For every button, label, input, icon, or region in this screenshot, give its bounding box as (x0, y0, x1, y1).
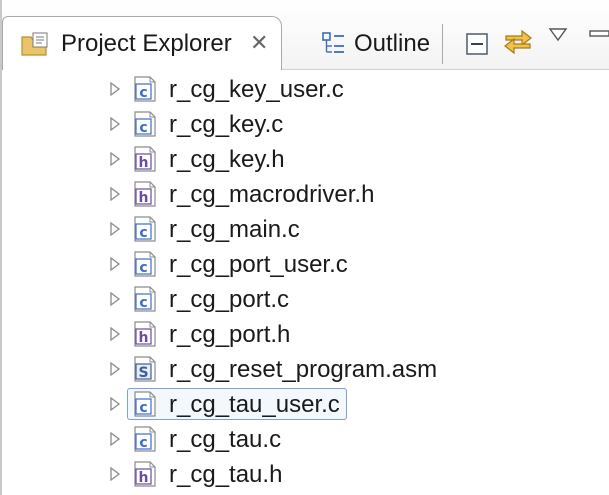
minimize-icon[interactable] (588, 22, 609, 46)
tree-item[interactable]: h r_cg_key.h (0, 142, 609, 177)
svg-text:c: c (139, 260, 147, 276)
tab-outline-edge (436, 24, 443, 64)
collapse-all-icon[interactable] (465, 32, 489, 56)
svg-text:h: h (139, 155, 149, 171)
c-file-icon: c (134, 111, 156, 137)
tree-item-label: r_cg_key_user.c (169, 76, 344, 103)
tree-item[interactable]: Sr_cg_reset_program.asm (0, 352, 609, 387)
tree-item-label: r_cg_key.h (169, 146, 285, 173)
svg-text:S: S (138, 365, 148, 381)
tree-item[interactable]: c r_cg_main.c (0, 212, 609, 247)
tree-item[interactable]: c r_cg_key.c (0, 107, 609, 142)
svg-text:h: h (139, 330, 149, 346)
tree-item[interactable]: h r_cg_macrodriver.h (0, 177, 609, 212)
expand-arrow-icon[interactable] (108, 116, 122, 132)
c-file-icon: c (134, 286, 156, 312)
tab-outline[interactable]: Outline (354, 29, 430, 59)
c-file-icon: c (134, 216, 156, 242)
tree-item[interactable]: c r_cg_port_user.c (0, 247, 609, 282)
tree-item[interactable]: h r_cg_port.h (0, 317, 609, 352)
h-file-icon: h (134, 461, 156, 487)
svg-text:c: c (139, 225, 147, 241)
expand-arrow-icon[interactable] (108, 186, 122, 202)
tree-item-label: r_cg_tau_user.c (169, 391, 340, 418)
expand-arrow-icon[interactable] (108, 221, 122, 237)
expand-arrow-icon[interactable] (108, 151, 122, 167)
tree-item-label: r_cg_macrodriver.h (169, 181, 375, 208)
folder-icon (21, 32, 48, 56)
expand-arrow-icon[interactable] (108, 431, 122, 447)
tree-item[interactable]: h r_cg_tau.h (0, 457, 609, 492)
svg-text:c: c (139, 435, 147, 451)
svg-text:h: h (139, 470, 149, 486)
tab-project-explorer-label: Project Explorer (61, 30, 232, 57)
tree-item-label: r_cg_port_user.c (169, 251, 348, 278)
expand-arrow-icon[interactable] (108, 396, 122, 412)
tree-item-label: r_cg_port.h (169, 321, 291, 348)
link-with-editor-icon[interactable] (500, 24, 536, 60)
close-icon[interactable]: ✕ (250, 28, 268, 58)
h-file-icon: h (134, 181, 156, 207)
svg-text:c: c (139, 295, 147, 311)
tree-item-label: r_cg_main.c (169, 216, 300, 243)
svg-text:c: c (139, 400, 147, 416)
tree-item-label: r_cg_tau.h (169, 461, 283, 488)
tree-item-label: r_cg_key.c (169, 111, 284, 138)
tree-item[interactable]: c r_cg_tau.c (0, 422, 609, 457)
expand-arrow-icon[interactable] (108, 81, 122, 97)
h-file-icon: h (134, 321, 156, 347)
view-menu-icon[interactable] (548, 26, 568, 44)
c-file-icon: c (134, 391, 156, 417)
expand-arrow-icon[interactable] (108, 291, 122, 307)
tree-item[interactable]: c r_cg_tau_user.c (0, 387, 609, 422)
tree-item-label: r_cg_port.c (169, 286, 290, 313)
tree-item-label: r_cg_tau.c (169, 426, 282, 453)
asm-file-icon: S (134, 356, 156, 382)
svg-text:c: c (139, 120, 147, 136)
outline-icon[interactable] (320, 30, 346, 56)
c-file-icon: c (134, 251, 156, 277)
expand-arrow-icon[interactable] (108, 361, 122, 377)
svg-text:h: h (139, 190, 149, 206)
c-file-icon: c (134, 426, 156, 452)
expand-arrow-icon[interactable] (108, 326, 122, 342)
svg-text:c: c (139, 85, 147, 101)
h-file-icon: h (134, 146, 156, 172)
c-file-icon: c (134, 76, 156, 102)
expand-arrow-icon[interactable] (108, 466, 122, 482)
tree-item[interactable]: c r_cg_port.c (0, 282, 609, 317)
tree-item-label: r_cg_reset_program.asm (169, 356, 438, 383)
tree-item[interactable]: c r_cg_key_user.c (0, 72, 609, 107)
expand-arrow-icon[interactable] (108, 256, 122, 272)
